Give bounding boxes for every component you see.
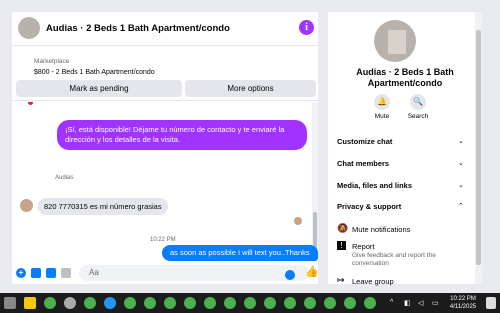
message-outgoing[interactable]: ¡Sí, está disponible! Déjame tu número d… [57,120,307,150]
message-timestamp: 10:22 PM [150,237,176,243]
section-chat-members[interactable]: Chat members [337,159,389,168]
info-icon[interactable]: i [299,20,314,35]
edge-icon[interactable] [104,297,116,309]
conversation-details-panel: Audias · 2 Beds 1 Bath Apartment/condo 🔔… [328,12,482,286]
chrome-icon[interactable] [304,297,316,309]
conversation-title[interactable]: Audias · 2 Beds 1 Bath Apartment/condo [46,23,230,34]
message-outgoing-latest[interactable]: as soon as possible I will text you..Tha… [162,245,318,261]
seen-indicator-avatar [294,217,302,225]
mark-as-pending-button[interactable]: Mark as pending [16,80,182,97]
chat-scroll-thumb[interactable] [313,212,317,250]
chevron-up-icon[interactable]: ^ [390,299,393,306]
report-icon: ! [337,241,346,250]
sticker-icon[interactable] [46,268,56,278]
chrome-icon[interactable] [264,297,276,309]
leave-group-option[interactable]: Leave group [352,277,394,286]
chrome-icon[interactable] [204,297,216,309]
section-privacy-support[interactable]: Privacy & support [337,202,401,211]
marketplace-label: Marketplace [34,58,70,65]
emoji-icon[interactable] [285,270,295,280]
volume-icon[interactable]: ◁ [418,299,423,307]
report-description: Give feedback and report the conversatio… [352,252,436,267]
chrome-icon[interactable] [224,297,236,309]
leave-icon: ↦ [337,275,345,285]
report-option[interactable]: Report [352,242,375,251]
chrome-icon[interactable] [344,297,356,309]
message-sender: Audias [55,175,74,181]
details-title: Audias · 2 Beds 1 Bath Apartment/condo [356,67,454,88]
listing-title[interactable]: $800 - 2 Beds 1 Bath Apartment/condo [34,69,155,76]
mute-notifications-option[interactable]: Mute notifications [352,225,410,234]
marketplace-banner: Marketplace $800 - 2 Beds 1 Bath Apartme… [12,47,318,101]
details-scroll-thumb[interactable] [476,30,481,265]
chat-header: Audias · 2 Beds 1 Bath Apartment/condo i [12,12,318,46]
chrome-icon[interactable] [84,297,96,309]
start-icon[interactable] [4,297,16,309]
windows-taskbar: ^ ◧ ◁ ▭ 10:22 PM 4/11/2025 [0,293,500,313]
image-icon[interactable] [31,268,41,278]
bell-icon[interactable]: 🔔 [374,94,390,110]
chrome-icon[interactable] [44,297,56,309]
search-label[interactable]: Search [403,113,433,120]
chat-panel: Audias · 2 Beds 1 Bath Apartment/condo i… [12,12,319,284]
network-icon[interactable]: ◧ [404,299,411,307]
mute-label[interactable]: Mute [367,113,397,120]
chrome-icon[interactable] [184,297,196,309]
chrome-icon[interactable] [144,297,156,309]
chevron-down-icon[interactable]: ⌄ [458,159,464,167]
chevron-down-icon[interactable]: ⌄ [458,137,464,145]
chrome-icon[interactable] [364,297,376,309]
chrome-icon[interactable] [324,297,336,309]
chrome-icon[interactable] [124,297,136,309]
section-media-files[interactable]: Media, files and links [337,181,412,190]
battery-icon[interactable]: ▭ [432,299,439,307]
message-input[interactable]: Aa [79,265,309,281]
like-icon[interactable]: 👍 [305,267,319,278]
section-customize-chat[interactable]: Customize chat [337,137,392,146]
clock-date: 4/11/2025 [449,304,477,310]
plus-icon[interactable]: + [16,268,26,278]
chevron-up-icon[interactable]: ⌃ [458,202,464,210]
gif-icon[interactable] [61,268,71,278]
file-explorer-icon[interactable] [24,297,36,309]
app-icon[interactable] [64,297,76,309]
message-incoming[interactable]: 820 7770315 es mi número grasias [38,198,168,215]
clock-time: 10:22 PM [450,296,476,302]
chrome-icon[interactable] [164,297,176,309]
conversation-avatar[interactable] [18,17,40,39]
taskbar-clock[interactable]: 10:22 PM 4/11/2025 [444,295,482,311]
more-options-button[interactable]: More options [185,80,316,97]
chevron-down-icon[interactable]: ⌄ [458,181,464,189]
notification-icon[interactable] [486,297,496,309]
sender-avatar[interactable] [20,199,33,212]
reaction-indicator [28,102,33,105]
message-composer: + Aa 👍 [12,262,319,284]
chrome-icon[interactable] [284,297,296,309]
mute-bell-icon: 🔕 [337,223,349,233]
search-icon[interactable]: 🔍 [410,94,426,110]
details-avatar[interactable] [374,20,416,62]
chrome-icon[interactable] [244,297,256,309]
